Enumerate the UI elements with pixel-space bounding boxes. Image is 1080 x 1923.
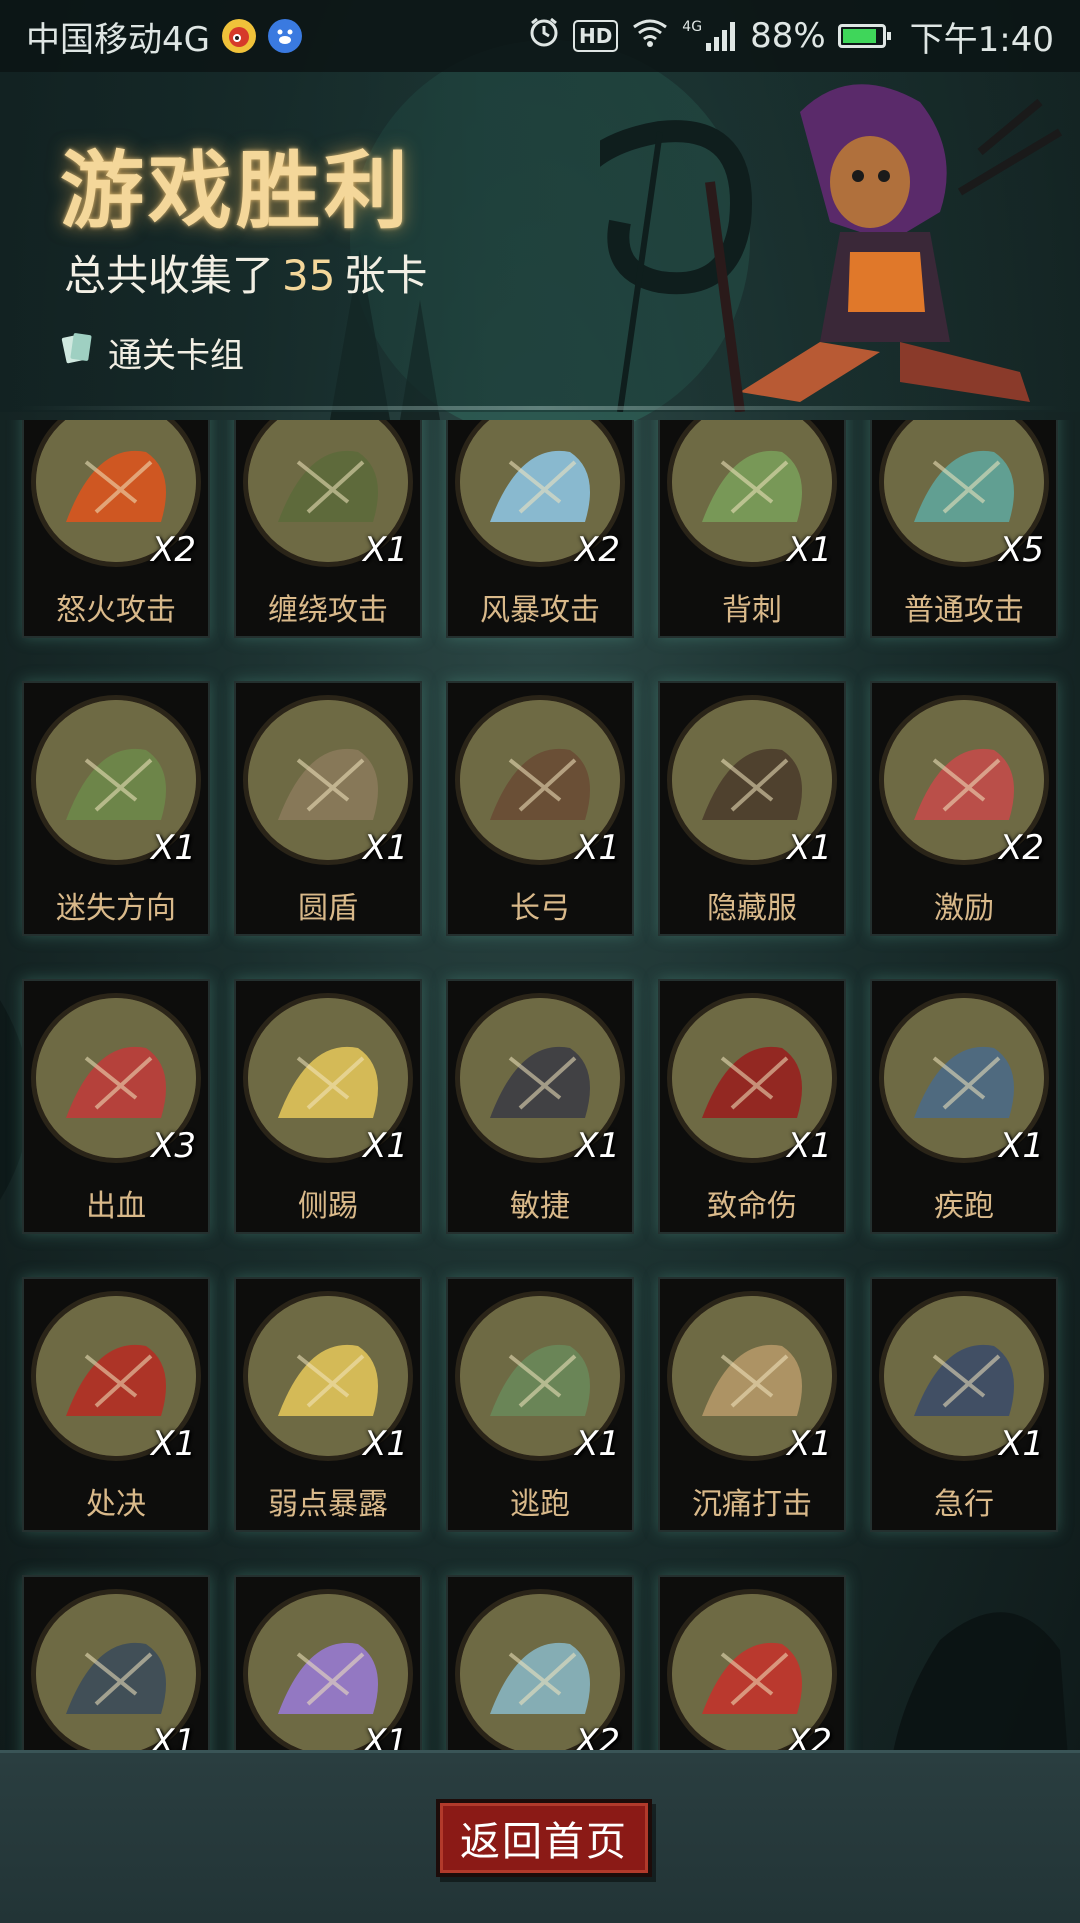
card-item[interactable]: X2 怒火攻击 (22, 420, 210, 638)
card-item[interactable]: X1 处决 (22, 1277, 210, 1532)
card-item[interactable]: X1 急行 (870, 1277, 1058, 1532)
card-name: 怒火攻击 (56, 593, 176, 628)
collected-count: 35 (282, 251, 336, 300)
card-count: X1 (999, 1126, 1044, 1166)
card-name: 急行 (934, 1487, 994, 1522)
card-count: X1 (363, 1722, 408, 1750)
clear-deck-label: 通关卡组 (108, 336, 244, 376)
card-item[interactable]: X1 迷失方向 (22, 681, 210, 936)
card-count: X1 (363, 828, 408, 868)
card-count: X1 (787, 828, 832, 868)
status-bar: 中国移动4G HD 4G 88% 下午1:40 (0, 0, 1080, 72)
cards-grid: X2 怒火攻击 X1 缠绕攻击 X2 风暴攻击 X1 背刺 X5 普通攻击 X1 迷失方向 X1 圆盾 X1… (22, 420, 1058, 1750)
card-name: 隐藏服 (707, 891, 797, 926)
card-name: 疾跑 (934, 1189, 994, 1224)
network-type-label: 4G (682, 19, 703, 35)
clear-deck-link[interactable]: 通关卡组 (58, 328, 244, 377)
return-home-button[interactable]: 返回首页 (436, 1799, 652, 1877)
collected-prefix: 总共收集了 (64, 251, 275, 300)
wifi-icon (630, 15, 670, 58)
card-name: 逃跑 (510, 1487, 570, 1522)
card-name: 致命伤 (707, 1189, 797, 1224)
battery-percent: 88% (750, 16, 826, 56)
card-name: 圆盾 (298, 891, 358, 926)
card-item[interactable]: X5 普通攻击 (870, 420, 1058, 638)
card-count: X2 (787, 1722, 832, 1750)
cards-scroll-area[interactable]: X2 怒火攻击 X1 缠绕攻击 X2 风暴攻击 X1 背刺 X5 普通攻击 X1 迷失方向 X1 圆盾 X1… (0, 420, 1080, 1750)
card-count: X1 (575, 1126, 620, 1166)
card-name: 敏捷 (510, 1189, 570, 1224)
card-name: 长弓 (510, 891, 570, 926)
clock: 下午1:40 (909, 19, 1054, 60)
card-count: X1 (787, 1126, 832, 1166)
card-count: X2 (575, 530, 620, 570)
card-item[interactable]: X1 (22, 1575, 210, 1750)
card-item[interactable]: X1 长弓 (446, 681, 634, 936)
alarm-icon (527, 15, 561, 58)
card-count: X1 (575, 1424, 620, 1464)
card-count: X3 (151, 1126, 196, 1166)
card-item[interactable]: X1 圆盾 (234, 681, 422, 936)
card-count: X2 (999, 828, 1044, 868)
card-name: 沉痛打击 (692, 1487, 812, 1522)
card-item[interactable]: X1 背刺 (658, 420, 846, 638)
card-item[interactable]: X1 敏捷 (446, 979, 634, 1234)
card-name: 背刺 (722, 593, 782, 628)
card-item[interactable]: X1 缠绕攻击 (234, 420, 422, 638)
card-count: X1 (999, 1424, 1044, 1464)
card-item[interactable]: X2 (658, 1575, 846, 1750)
collected-summary: 总共收集了 35 张卡 (64, 242, 427, 303)
card-count: X1 (363, 1126, 408, 1166)
card-name: 出血 (86, 1189, 146, 1224)
card-item[interactable]: X1 疾跑 (870, 979, 1058, 1234)
card-count: X1 (151, 1722, 196, 1750)
card-name: 普通攻击 (904, 593, 1024, 628)
cards-icon (58, 328, 98, 377)
header-divider (20, 406, 1060, 410)
card-name: 迷失方向 (56, 891, 176, 926)
card-count: X1 (363, 1424, 408, 1464)
card-item[interactable]: X2 (446, 1575, 634, 1750)
card-count: X1 (575, 828, 620, 868)
card-count: X1 (787, 1424, 832, 1464)
card-item[interactable]: X2 激励 (870, 681, 1058, 936)
card-item[interactable]: X1 致命伤 (658, 979, 846, 1234)
victory-header: 游戏胜利 总共收集了 35 张卡 通关卡组 (0, 72, 1080, 420)
hd-icon: HD (572, 20, 619, 52)
card-item[interactable]: X2 风暴攻击 (446, 420, 634, 638)
card-name: 激励 (934, 891, 994, 926)
card-item[interactable]: X1 逃跑 (446, 1277, 634, 1532)
card-count: X1 (151, 828, 196, 868)
card-item[interactable]: X1 侧踢 (234, 979, 422, 1234)
card-item[interactable]: X1 (234, 1575, 422, 1750)
card-item[interactable]: X1 隐藏服 (658, 681, 846, 936)
card-count: X1 (151, 1424, 196, 1464)
card-name: 处决 (86, 1487, 146, 1522)
card-name: 弱点暴露 (268, 1487, 388, 1522)
baidu-icon (267, 19, 302, 53)
card-count: X2 (575, 1722, 620, 1750)
hooded-archer-illustration (600, 84, 1063, 412)
card-name: 侧踢 (298, 1189, 358, 1224)
battery-icon (837, 24, 891, 48)
collected-suffix: 张卡 (343, 251, 428, 300)
card-name: 风暴攻击 (480, 593, 600, 628)
signal-icon: 4G (682, 19, 738, 53)
card-item[interactable]: X3 出血 (22, 979, 210, 1234)
victory-title: 游戏胜利 (60, 141, 413, 240)
weibo-icon (221, 19, 256, 53)
footer-bar: 返回首页 (0, 1750, 1080, 1923)
card-name: 缠绕攻击 (268, 593, 388, 628)
card-item[interactable]: X1 沉痛打击 (658, 1277, 846, 1532)
card-count: X1 (363, 530, 408, 570)
card-count: X1 (787, 530, 832, 570)
card-count: X5 (999, 530, 1044, 570)
carrier-label: 中国移动4G (26, 19, 210, 60)
card-item[interactable]: X1 弱点暴露 (234, 1277, 422, 1532)
card-count: X2 (151, 530, 196, 570)
